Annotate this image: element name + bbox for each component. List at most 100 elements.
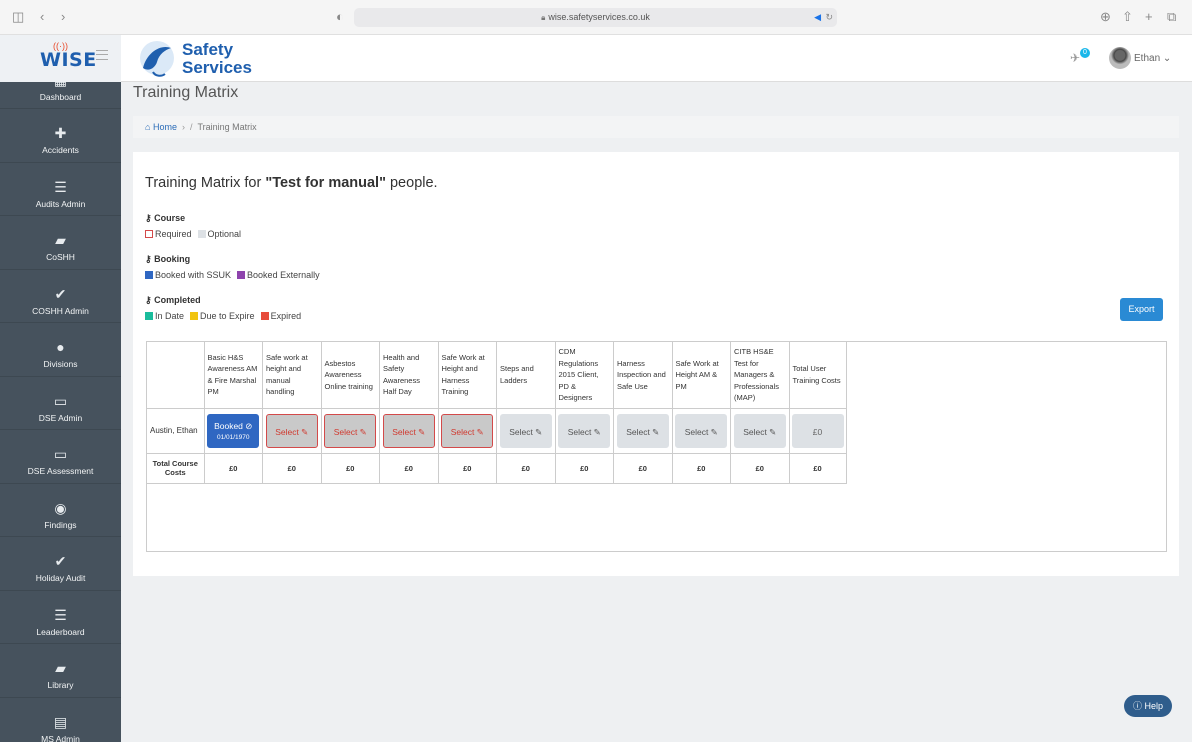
course-header: CITB HS&E Test for Managers & Profession… <box>730 342 790 409</box>
legend-label: Booked Externally <box>247 270 320 280</box>
user-menu[interactable]: Ethan ⌄ <box>1134 53 1171 64</box>
legend-swatch <box>237 271 246 279</box>
tabs-overview-icon[interactable]: ⧉ <box>1167 10 1176 24</box>
select-course-button[interactable]: Select ✎ <box>616 413 669 448</box>
share-icon[interactable]: ⇧ <box>1122 10 1133 24</box>
legend-booking-row: Booked with SSUK Booked Externally <box>145 270 326 280</box>
new-tab-icon[interactable]: + <box>1145 10 1153 24</box>
sidebar-item-label: COSHH Admin <box>32 305 89 316</box>
booked-button[interactable]: Booked ⊘ 01/01/1970 <box>207 413 260 448</box>
sidebar-item-leaderboard[interactable]: ☰ Leaderboard <box>0 591 121 644</box>
matrix-cell: Select ✎ <box>320 407 380 454</box>
lock-icon: 🔒︎ <box>541 13 546 22</box>
wise-logo-area: ((·)) WISE <box>0 35 121 82</box>
sidebar-item-label: Library <box>47 680 74 690</box>
sidebar-item-divisions[interactable]: ● Divisions <box>0 323 121 377</box>
medkit-icon: ✚ <box>54 125 67 141</box>
legend-item: In Date <box>145 311 184 321</box>
edit-icon: ✎ <box>591 426 601 437</box>
wise-logo[interactable]: WISE <box>40 49 97 71</box>
legend-booking-title: ⚷ Booking <box>145 254 190 265</box>
shield-icon[interactable]: ◐ <box>336 10 344 24</box>
booked-label: Booked ⊘ <box>208 421 258 432</box>
back-icon[interactable]: ‹ <box>40 10 44 24</box>
corner-cell <box>147 342 205 409</box>
select-course-button[interactable]: Select ✎ <box>265 413 318 448</box>
browser-toolbar: ◫ ‹ › ◐ 🔒︎ wise.safetyservices.co.uk ◀ ↻ … <box>0 0 1192 35</box>
reload-icon[interactable]: ↻ <box>825 8 833 27</box>
select-course-button[interactable]: Select ✎ <box>441 413 494 448</box>
brand-name[interactable]: Safety Services <box>182 41 252 77</box>
help-label: Help <box>1144 701 1164 711</box>
list-icon: ☰ <box>54 606 67 623</box>
legend-item: Booked with SSUK <box>145 270 231 280</box>
course-total: £0 <box>730 452 790 484</box>
sidebar-item-findings[interactable]: ◉ Findings <box>0 484 121 537</box>
matrix-cell: Select ✎ <box>671 407 731 454</box>
legend-swatch <box>260 312 269 320</box>
select-label: Select <box>626 426 650 437</box>
breadcrumb: ⌂ Home › / Training Matrix <box>133 116 1179 138</box>
legend-course-row: Required Optional <box>145 229 247 239</box>
course-total: £0 <box>613 452 673 484</box>
avatar[interactable] <box>1109 47 1131 69</box>
matrix-cell: Select ✎ <box>554 407 614 454</box>
user-total-cell: £0 <box>788 407 847 454</box>
download-icon[interactable]: ⊕ <box>1100 10 1111 24</box>
breadcrumb-home-label: Home <box>152 122 177 132</box>
sidebar-toggle-icon[interactable]: ◫ <box>12 10 24 24</box>
sidebar-item-coshh-admin[interactable]: ✔ COSHH Admin <box>0 270 121 323</box>
matrix-cell: Select ✎ <box>496 407 556 454</box>
forward-icon[interactable]: › <box>61 10 65 24</box>
menu-toggle-icon[interactable] <box>96 50 108 60</box>
sidebar-item-dse-assessment[interactable]: ▭ DSE Assessment <box>0 430 121 484</box>
select-label: Select <box>684 426 709 437</box>
select-course-button[interactable]: Select ✎ <box>558 413 611 448</box>
course-total: £0 <box>496 452 556 484</box>
legend-label: In Date <box>155 311 185 321</box>
matrix-cell: Select ✎ <box>379 407 439 454</box>
select-course-button[interactable]: Select ✎ <box>675 413 728 448</box>
sidebar-item-coshh[interactable]: ▰ CoSHH <box>0 216 121 270</box>
sidebar-item-audits-admin[interactable]: ☰ Audits Admin <box>0 163 121 216</box>
book-icon: ▰ <box>55 660 66 676</box>
help-button[interactable]: ⓘ Help <box>1124 695 1172 717</box>
address-bar[interactable]: 🔒︎ wise.safetyservices.co.uk ◀ ↻ <box>354 8 837 27</box>
legend-label: Due to Expire <box>200 311 255 321</box>
select-course-button[interactable]: Select ✎ <box>382 413 435 448</box>
course-total: £0 <box>203 452 263 484</box>
sidebar: ▦ Dashboard ✚ Accidents ☰ Audits Admin ▰ CoSHH ✔… <box>0 82 121 742</box>
sidebar-item-library[interactable]: ▰ Library <box>0 644 121 698</box>
notification-icon[interactable]: ✈ <box>1070 51 1080 65</box>
sidebar-item-ms-admin[interactable]: ▤ MS Admin <box>0 698 121 742</box>
home-icon: ⌂ <box>145 122 151 132</box>
select-course-button[interactable]: Select ✎ <box>324 413 377 448</box>
key-icon: ⚷ <box>145 254 152 264</box>
sidebar-item-holiday-audit[interactable]: ✔ Holiday Audit <box>0 537 121 591</box>
sidebar-item-dashboard[interactable]: ▦ Dashboard <box>0 82 121 109</box>
select-course-button[interactable]: Select ✎ <box>499 413 552 448</box>
edit-icon: ✎ <box>708 426 718 437</box>
help-icon: ⓘ <box>1132 701 1142 711</box>
legend-label: Optional <box>207 229 242 239</box>
export-button[interactable]: Export <box>1120 298 1163 321</box>
legend-label: Expired <box>270 311 302 321</box>
brand-line-2: Services <box>182 58 252 77</box>
legend-label: Booked with SSUK <box>155 270 232 280</box>
legend-item: Due to Expire <box>190 311 255 321</box>
monitor-icon: ▭ <box>53 446 68 462</box>
edit-icon: ✎ <box>532 426 543 437</box>
sidebar-item-dse-admin[interactable]: ▭ DSE Admin <box>0 377 121 430</box>
sidebar-item-accidents[interactable]: ✚ Accidents <box>0 109 121 163</box>
select-course-button[interactable]: Select ✎ <box>733 413 786 448</box>
course-header: Basic H&S Awareness AM & Fire Marshal PM <box>203 342 263 409</box>
course-total: £0 <box>320 452 380 484</box>
legend-course-label: Course <box>154 213 186 223</box>
sidebar-item-label: DSE Admin <box>38 412 83 423</box>
book-icon: ▰ <box>55 232 66 248</box>
course-header: Health and Safety Awareness Half Day <box>379 342 439 409</box>
breadcrumb-home-link[interactable]: ⌂ Home <box>145 122 177 132</box>
table-row: Austin, Ethan Booked ⊘ 01/01/1970 Select ✎ S… <box>147 407 847 454</box>
person-name: Austin, Ethan <box>147 407 205 454</box>
speaker-icon[interactable]: ◀ <box>814 8 821 27</box>
